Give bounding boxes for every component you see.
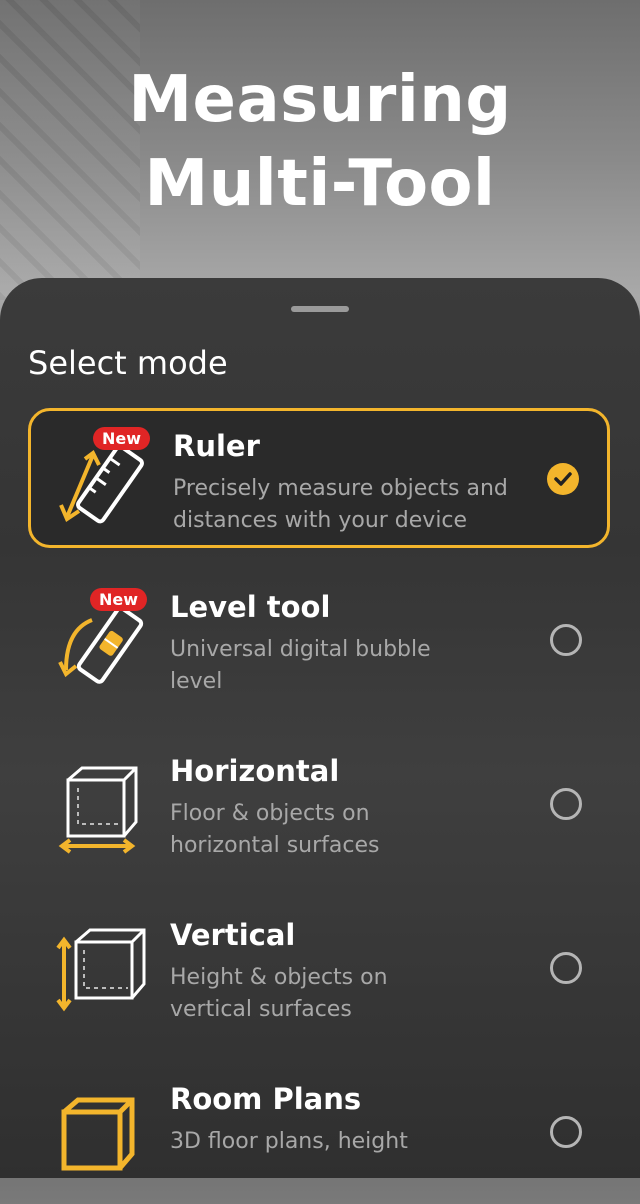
- mode-sheet: Select mode New Ruler Precisely measure …: [0, 278, 640, 1178]
- mode-description: Height & objects on vertical surfaces: [170, 965, 388, 1022]
- mode-description: Universal digital bubble level: [170, 637, 431, 694]
- mode-option-room-plans[interactable]: Room Plans 3D floor plans, height: [28, 1064, 610, 1204]
- mode-option-ruler[interactable]: New Ruler Precisely measure objects and …: [28, 408, 610, 548]
- mode-description: 3D floor plans, height: [170, 1129, 408, 1154]
- hero-title-line-1: Measuring: [128, 63, 512, 137]
- new-badge: New: [93, 427, 151, 450]
- sheet-drag-handle[interactable]: [291, 306, 349, 312]
- room-plans-cube-icon: [52, 1082, 152, 1182]
- mode-description: Precisely measure objects and distances …: [173, 476, 508, 533]
- new-badge: New: [90, 588, 148, 611]
- hero-title-line-2: Multi-Tool: [144, 147, 496, 221]
- mode-name: Room Plans: [170, 1082, 362, 1116]
- section-title: Select mode: [28, 344, 228, 382]
- radio-checked-icon[interactable]: [547, 463, 579, 495]
- radio-unchecked-icon[interactable]: [550, 624, 582, 656]
- mode-name: Level tool: [170, 590, 331, 624]
- mode-option-vertical[interactable]: Vertical Height & objects on vertical su…: [28, 900, 610, 1040]
- radio-unchecked-icon[interactable]: [550, 952, 582, 984]
- mode-description: Floor & objects on horizontal surfaces: [170, 801, 380, 858]
- mode-option-level-tool[interactable]: New Level tool Universal digital bubble …: [28, 572, 610, 712]
- mode-name: Vertical: [170, 918, 296, 952]
- radio-unchecked-icon[interactable]: [550, 1116, 582, 1148]
- mode-name: Horizontal: [170, 754, 340, 788]
- mode-name: Ruler: [173, 429, 260, 463]
- radio-unchecked-icon[interactable]: [550, 788, 582, 820]
- hero-title: Measuring Multi-Tool: [0, 58, 640, 226]
- vertical-cube-icon: [52, 918, 152, 1018]
- horizontal-cube-icon: [52, 754, 152, 854]
- mode-option-horizontal[interactable]: Horizontal Floor & objects on horizontal…: [28, 736, 610, 876]
